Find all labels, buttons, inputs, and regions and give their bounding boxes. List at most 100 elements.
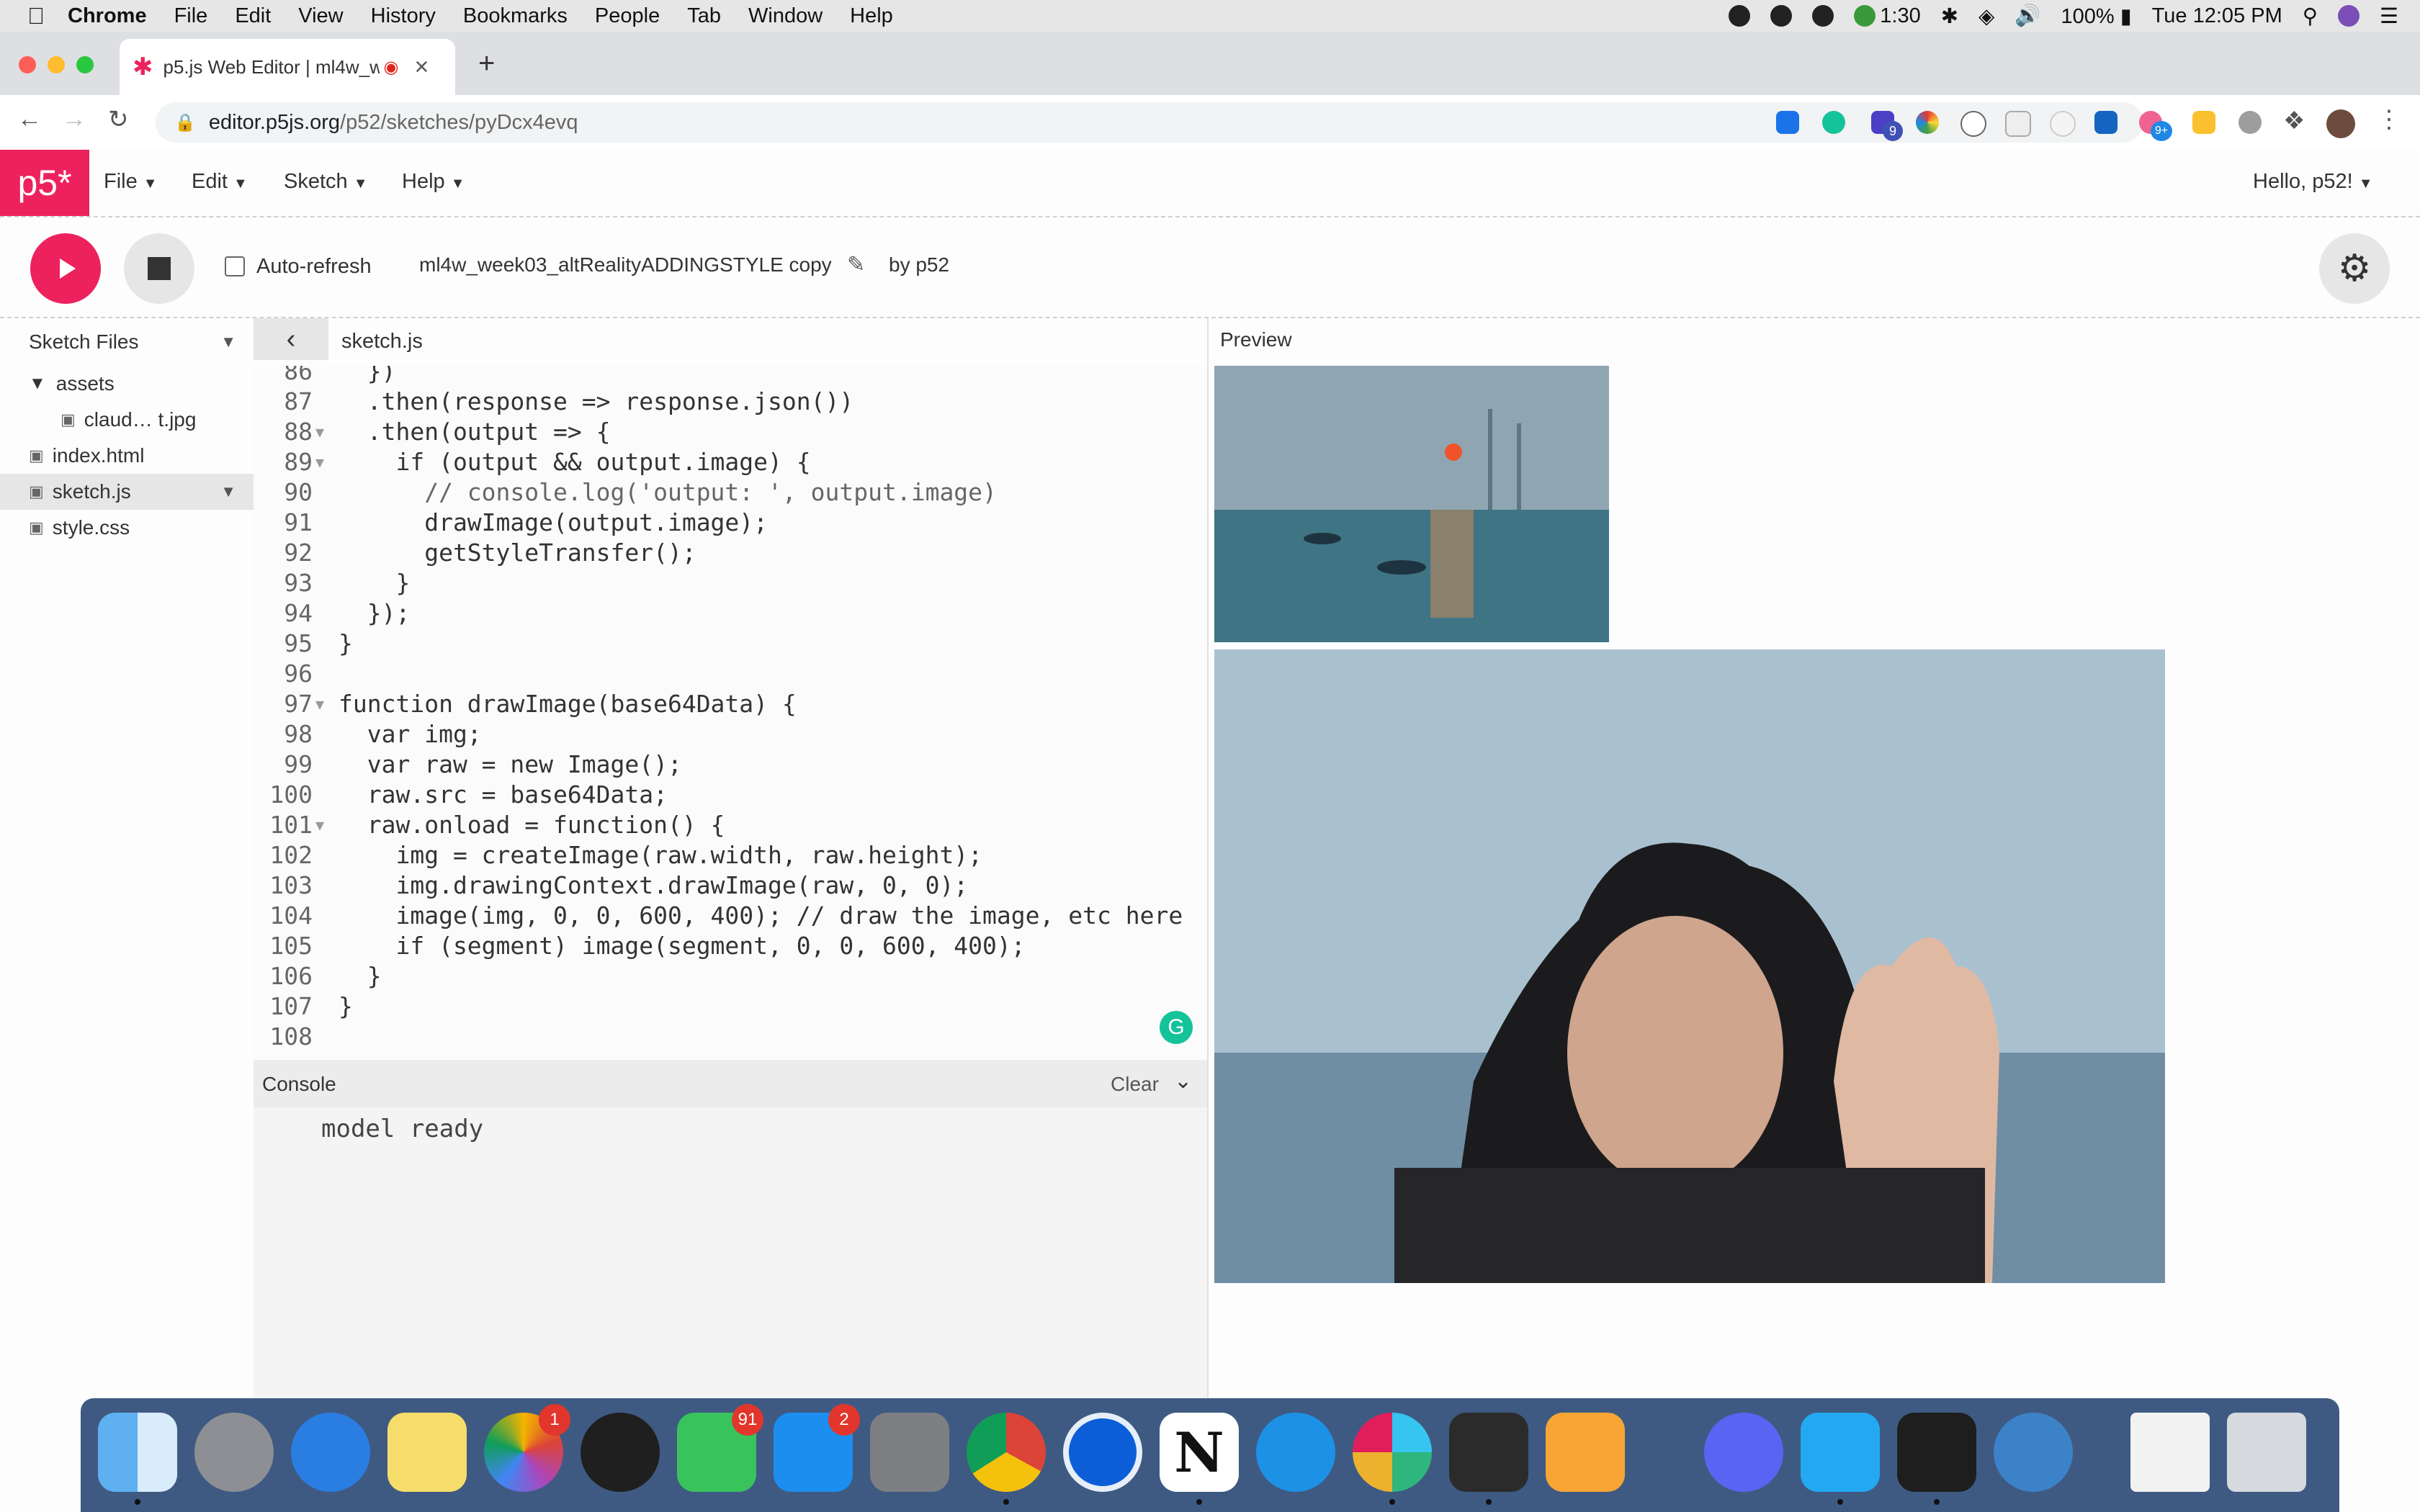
notes-dock-icon[interactable] xyxy=(387,1413,467,1492)
close-tab-icon[interactable]: × xyxy=(414,53,429,81)
safari-dock-icon[interactable] xyxy=(291,1413,370,1492)
bluetooth-icon[interactable]: ✱ xyxy=(1941,4,1958,29)
app-store-dock-icon[interactable]: 2 xyxy=(774,1404,860,1492)
trash-dock-icon[interactable] xyxy=(2227,1413,2306,1492)
nav-edit-menu[interactable]: Edit ▼ xyxy=(192,170,248,194)
settings-button[interactable]: ⚙ xyxy=(2319,233,2390,304)
reload-icon[interactable]: ↻ xyxy=(108,105,129,134)
docker-dock-icon[interactable] xyxy=(1256,1413,1335,1492)
file-style-css[interactable]: ▣ style.css xyxy=(0,510,254,546)
menu-view[interactable]: View xyxy=(298,4,343,28)
clock[interactable]: Tue 12:05 PM xyxy=(2152,4,2282,28)
play-button[interactable] xyxy=(30,233,101,304)
chrome-menu-icon[interactable]: ⋮ xyxy=(2377,105,2401,134)
stop-button[interactable] xyxy=(124,233,194,304)
active-tab[interactable]: ✱ p5.js Web Editor | ml4w_w ◉ × xyxy=(120,39,455,95)
menu-tab[interactable]: Tab xyxy=(687,4,721,28)
menu-window[interactable]: Window xyxy=(748,4,823,28)
quicktime-dock-icon[interactable] xyxy=(1994,1413,2073,1492)
menu-help[interactable]: Help xyxy=(850,4,893,28)
slack-dock-icon[interactable] xyxy=(1353,1413,1432,1505)
battery-status[interactable]: 100% ▮ xyxy=(2061,4,2131,29)
iterm-dock-icon[interactable] xyxy=(1449,1413,1528,1505)
collapse-sidebar-button[interactable]: ‹ xyxy=(254,318,328,360)
tableplus-dock-icon[interactable] xyxy=(1546,1413,1625,1492)
sketch-name[interactable]: ml4w_week03_altRealityADDINGSTYLE copy xyxy=(419,253,832,276)
collapse-console-icon[interactable]: ⌄ xyxy=(1174,1068,1192,1094)
menu-bookmarks[interactable]: Bookmarks xyxy=(463,4,568,28)
nav-file-menu[interactable]: File ▼ xyxy=(104,170,158,194)
file-sketch-js[interactable]: ▣ sketch.js ▼ xyxy=(0,474,254,510)
spotlight-search-icon[interactable]: ⚲ xyxy=(2303,4,2318,29)
volume-icon[interactable]: 🔊 xyxy=(2015,4,2040,28)
fold-toggle-icon[interactable]: ▼ xyxy=(315,423,324,441)
console-clear-button[interactable]: Clear xyxy=(1111,1073,1159,1096)
back-icon[interactable]: ← xyxy=(17,105,42,133)
timer-status[interactable]: 1:30 xyxy=(1854,4,1921,28)
file-image[interactable]: ▣ claud… t.jpg xyxy=(0,402,254,438)
terminal-dock-icon[interactable] xyxy=(1897,1413,1976,1505)
extension-icon[interactable]: 9+ xyxy=(2139,111,2172,141)
extension-icon[interactable] xyxy=(2050,111,2076,137)
fold-toggle-icon[interactable]: ▼ xyxy=(315,696,324,713)
notion-dock-icon[interactable]: N xyxy=(1160,1413,1239,1505)
discord-dock-icon[interactable] xyxy=(1704,1413,1783,1492)
chrome-dock-icon[interactable] xyxy=(967,1413,1046,1505)
folder-assets[interactable]: ▼ assets xyxy=(0,366,254,402)
p5-logo[interactable]: p5* xyxy=(0,150,89,216)
profile-avatar[interactable] xyxy=(2326,109,2355,138)
menu-file[interactable]: File xyxy=(174,4,208,28)
launchpad-dock-icon[interactable] xyxy=(194,1413,274,1492)
editor-header: sketch.js xyxy=(254,318,1207,366)
forward-icon[interactable]: → xyxy=(62,105,86,133)
code-editor[interactable]: 86 }) 87 .then(response => response.json(… xyxy=(254,366,1207,1061)
user-menu[interactable]: Hello, p52! ▼ xyxy=(2253,170,2373,194)
onepassword-tray-icon[interactable] xyxy=(1812,5,1834,27)
nav-help-menu[interactable]: Help ▼ xyxy=(402,170,465,194)
edit-pencil-icon[interactable]: ✎ xyxy=(847,252,865,277)
zip-extension-icon[interactable] xyxy=(2094,111,2118,134)
facetime-dock-icon[interactable]: 91 xyxy=(677,1404,763,1492)
extension-icon[interactable] xyxy=(2192,111,2215,134)
sidebar-menu-icon[interactable]: ▼ xyxy=(220,333,236,351)
new-tab-button[interactable]: + xyxy=(478,48,495,80)
extensions-puzzle-icon[interactable]: ❖ xyxy=(2283,107,2305,135)
auto-refresh-checkbox[interactable] xyxy=(225,256,245,276)
menu-people[interactable]: People xyxy=(595,4,660,28)
color-picker-extension-icon[interactable] xyxy=(1916,111,1939,134)
file-index-html[interactable]: ▣ index.html xyxy=(0,438,254,474)
control-center-icon[interactable]: ☰ xyxy=(2380,4,2398,29)
app-dock-icon[interactable] xyxy=(581,1413,660,1492)
photos-dock-icon[interactable]: 1 xyxy=(484,1404,570,1492)
close-window-button[interactable] xyxy=(19,56,36,73)
menu-edit[interactable]: Edit xyxy=(235,4,271,28)
wifi-icon[interactable]: ◈ xyxy=(1978,4,1994,29)
apple-icon[interactable]:  xyxy=(27,3,45,30)
system-preferences-dock-icon[interactable] xyxy=(870,1413,949,1492)
creative-cloud-icon[interactable] xyxy=(1729,5,1751,27)
grammarly-extension-icon[interactable] xyxy=(1822,111,1845,134)
extension-icon[interactable]: 9 xyxy=(1871,111,1903,141)
zoom-window-button[interactable] xyxy=(76,56,94,73)
address-bar[interactable]: 🔒 editor.p5js.org/p52/sketches/pyDcx4evq… xyxy=(156,102,2143,143)
chrome-window-thumbnail[interactable] xyxy=(2130,1413,2210,1492)
nav-sketch-menu[interactable]: Sketch ▼ xyxy=(284,170,368,194)
finder-dock-icon[interactable] xyxy=(98,1413,177,1505)
extension-icon[interactable] xyxy=(2238,111,2262,134)
vscode-dock-icon[interactable] xyxy=(1801,1413,1880,1505)
extension-icon[interactable] xyxy=(1960,111,1986,137)
onepassword-dock-icon[interactable] xyxy=(1063,1413,1142,1492)
folder-expanded-icon[interactable]: ▼ xyxy=(29,374,46,394)
menu-app-name[interactable]: Chrome xyxy=(68,4,147,28)
fold-toggle-icon[interactable]: ▼ xyxy=(315,454,324,471)
file-options-icon[interactable]: ▼ xyxy=(220,482,236,501)
extension-icon[interactable] xyxy=(2005,111,2031,137)
fold-toggle-icon[interactable]: ▼ xyxy=(315,816,324,834)
pane-divider[interactable] xyxy=(1207,318,1209,1398)
menu-history[interactable]: History xyxy=(371,4,436,28)
minimize-window-button[interactable] xyxy=(48,56,65,73)
siri-icon[interactable] xyxy=(2338,5,2360,27)
onepassword-extension-icon[interactable] xyxy=(1776,111,1799,134)
grammarly-icon[interactable]: G xyxy=(1160,1011,1193,1044)
status-icon[interactable] xyxy=(1770,5,1793,27)
